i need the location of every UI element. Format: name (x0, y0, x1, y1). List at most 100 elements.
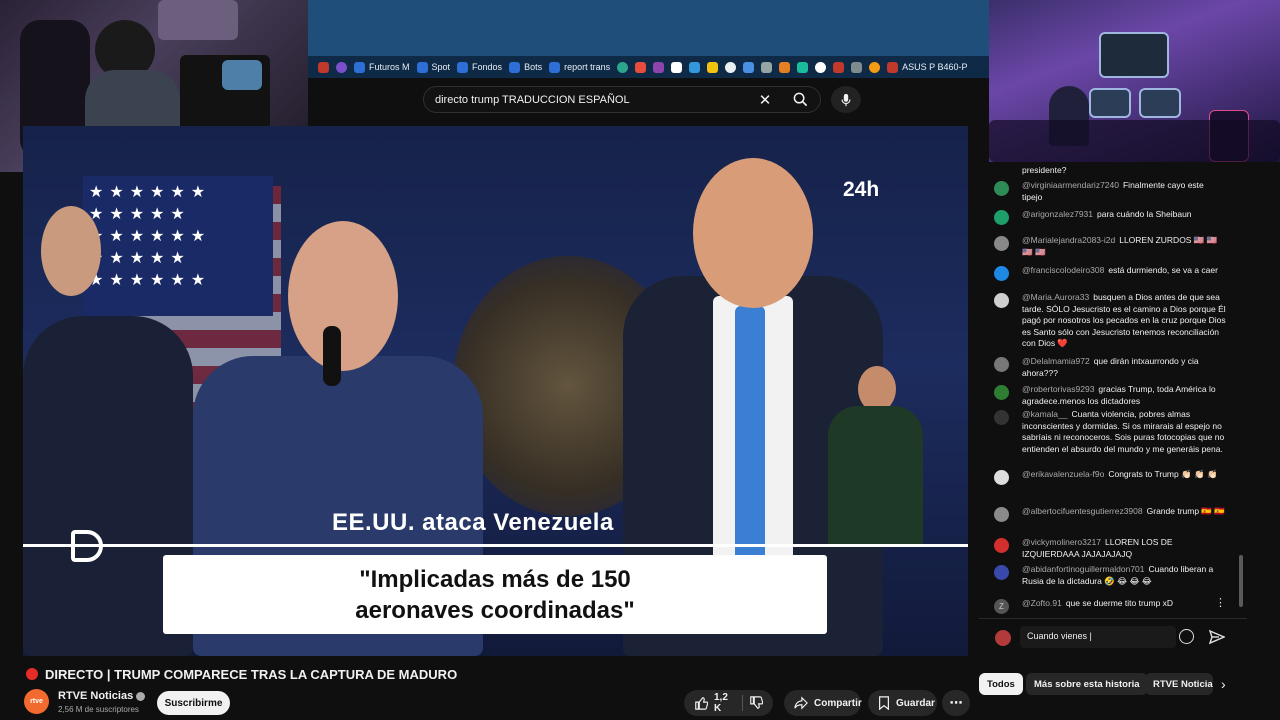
subscribe-button[interactable]: Suscribirme (157, 691, 230, 715)
chat-scrollbar[interactable] (1239, 555, 1243, 607)
channel-avatar[interactable]: rtve (24, 689, 49, 714)
bookmark-item[interactable] (318, 61, 329, 73)
send-icon[interactable] (1209, 629, 1225, 645)
chip-rtve-noticias[interactable]: RTVE Noticias (1145, 673, 1213, 695)
save-button[interactable]: Guardar (868, 690, 937, 716)
user-avatar (995, 630, 1011, 646)
bookmark-report-trans[interactable]: report trans (549, 61, 610, 73)
site-icon[interactable] (617, 61, 629, 73)
chat-message-menu-icon[interactable]: ⋮ (1215, 597, 1226, 610)
chat-message-body: @kamala__ Cuanta violencia, pobres almas … (1022, 409, 1226, 455)
chat-avatar[interactable]: Z (994, 599, 1009, 614)
chat-avatar[interactable] (994, 410, 1009, 425)
chat-avatar[interactable] (994, 565, 1009, 580)
site-icon[interactable] (671, 61, 683, 73)
chat-avatar[interactable] (994, 181, 1009, 196)
site-icon[interactable] (797, 61, 809, 73)
chat-avatar[interactable] (994, 538, 1009, 553)
bookmark-spot[interactable]: Spot (416, 61, 450, 73)
channel-name[interactable]: RTVE Noticias (58, 690, 146, 702)
chat-avatar[interactable] (994, 266, 1009, 281)
chat-message: presidente? (994, 165, 1226, 177)
chat-author[interactable]: @robertorivas9293 (1022, 384, 1094, 394)
folder-icon (887, 61, 899, 73)
site-icon[interactable] (653, 61, 665, 73)
site-icon[interactable] (779, 61, 791, 73)
chat-avatar[interactable] (994, 385, 1009, 400)
bookmark-fondos[interactable]: Fondos (457, 61, 502, 73)
bookmark-bots[interactable]: Bots (509, 61, 542, 73)
bookmark-item[interactable] (336, 61, 347, 73)
share-button[interactable]: Compartir (784, 690, 862, 716)
google-icon[interactable] (725, 61, 737, 73)
chat-text: presidente? (1022, 165, 1067, 175)
chat-author[interactable]: @Delalmamia972 (1022, 356, 1090, 366)
chat-avatar[interactable] (994, 236, 1009, 251)
site-icon[interactable] (707, 61, 719, 73)
chat-author[interactable]: @Zofto.91 (1022, 598, 1062, 608)
bookmark-asus[interactable]: ASUS P B460-P (887, 61, 967, 73)
chat-message-body: @abidanfortinoguillermaldon701 Cuando lib… (1022, 564, 1226, 587)
folder-icon (509, 61, 521, 73)
site-icon[interactable] (689, 61, 701, 73)
chat-message-body: @arigonzalez7931 para cuándo la Sheibaun (1022, 209, 1226, 221)
chat-author[interactable]: @Marialejandra2083-i2d (1022, 235, 1115, 245)
chat-author[interactable]: @vickymolinero3217 (1022, 537, 1101, 547)
chat-avatar[interactable] (994, 293, 1009, 308)
channel-24h-badge: 24h (843, 178, 880, 201)
search-box[interactable]: directo trump TRADUCCION ESPAÑOL ✕ (423, 86, 821, 113)
chat-avatar[interactable] (994, 357, 1009, 372)
clear-search-icon[interactable]: ✕ (750, 91, 780, 109)
bookmark-icon (318, 61, 329, 73)
chevron-right-icon[interactable]: › (1221, 676, 1226, 692)
video-player[interactable]: ★★★★★★ ★★★★★ ★★★★★★ ★★★★★ ★★★★★★ 24h EE.… (23, 126, 968, 656)
video-title: DIRECTO | TRUMP COMPARECE TRAS LA CAPTUR… (45, 667, 458, 682)
site-icon[interactable] (851, 61, 863, 73)
site-icon[interactable] (635, 61, 647, 73)
site-icon[interactable] (869, 61, 881, 73)
like-icon[interactable] (694, 696, 708, 710)
dislike-icon[interactable] (749, 696, 763, 710)
like-count[interactable]: 1,2 K (714, 692, 732, 714)
chat-author[interactable]: @arigonzalez7931 (1022, 209, 1093, 219)
quote-caption: "Implicadas más de 150 aeronaves coordin… (163, 555, 827, 634)
chat-author[interactable]: @erikavalenzuela-f9o (1022, 469, 1104, 479)
chat-author[interactable]: @franciscolodeiro308 (1022, 265, 1104, 275)
microphone (323, 326, 341, 386)
like-dislike-group: 1,2 K (684, 690, 773, 716)
browser-tab-strip (308, 0, 989, 56)
live-chat-panel[interactable]: presidente? @virginiaarmendariz7240 Finalm… (979, 162, 1247, 618)
chip-todos[interactable]: Todos (979, 673, 1023, 695)
search-input[interactable]: directo trump TRADUCCION ESPAÑOL (424, 94, 750, 106)
search-button[interactable] (780, 86, 820, 113)
voice-search-button[interactable] (831, 86, 861, 113)
bookmark-icon (878, 696, 890, 710)
site-icon[interactable] (833, 61, 845, 73)
chat-author[interactable]: @Maria.Aurora33 (1022, 292, 1089, 302)
chat-message-input[interactable]: Cuando vienes | (1020, 626, 1176, 648)
bookmark-futuros[interactable]: Futuros M (354, 61, 410, 73)
search-icon (793, 92, 807, 107)
chat-message-body: @albertocifuentesgutierrez3908 Grande tru… (1022, 506, 1226, 518)
site-icon[interactable] (815, 61, 827, 73)
chat-message-body: @virginiaarmendariz7240 Finalmente cayo e… (1022, 180, 1226, 203)
chat-message: @abidanfortinoguillermaldon701 Cuando lib… (994, 564, 1226, 587)
chat-author[interactable]: @kamala__ (1022, 409, 1067, 419)
quote-line-2: aeronaves coordinadas" (355, 596, 635, 624)
chat-avatar[interactable] (994, 470, 1009, 485)
bookmark-icon (336, 61, 347, 73)
chat-author[interactable]: @abidanfortinoguillermaldon701 (1022, 564, 1145, 574)
chat-text: está durmiendo, se va a caer (1108, 265, 1218, 275)
chat-author[interactable]: @virginiaarmendariz7240 (1022, 180, 1119, 190)
emoji-icon[interactable] (1179, 629, 1194, 644)
chat-message: @vickymolinero3217 LLOREN LOS DE IZQUIERD… (994, 537, 1226, 560)
chat-avatar[interactable] (994, 210, 1009, 225)
chat-avatar[interactable] (994, 507, 1009, 522)
chat-author[interactable]: @albertocifuentesgutierrez3908 (1022, 506, 1143, 516)
chat-message: @kamala__ Cuanta violencia, pobres almas … (994, 409, 1226, 455)
site-icon[interactable] (761, 61, 773, 73)
chat-message-body: @franciscolodeiro308 está durmiendo, se v… (1022, 265, 1226, 277)
site-icon[interactable] (743, 61, 755, 73)
chip-mas-sobre-historia[interactable]: Más sobre esta historia (1026, 673, 1148, 695)
more-actions-button[interactable]: ⋯ (942, 690, 970, 716)
